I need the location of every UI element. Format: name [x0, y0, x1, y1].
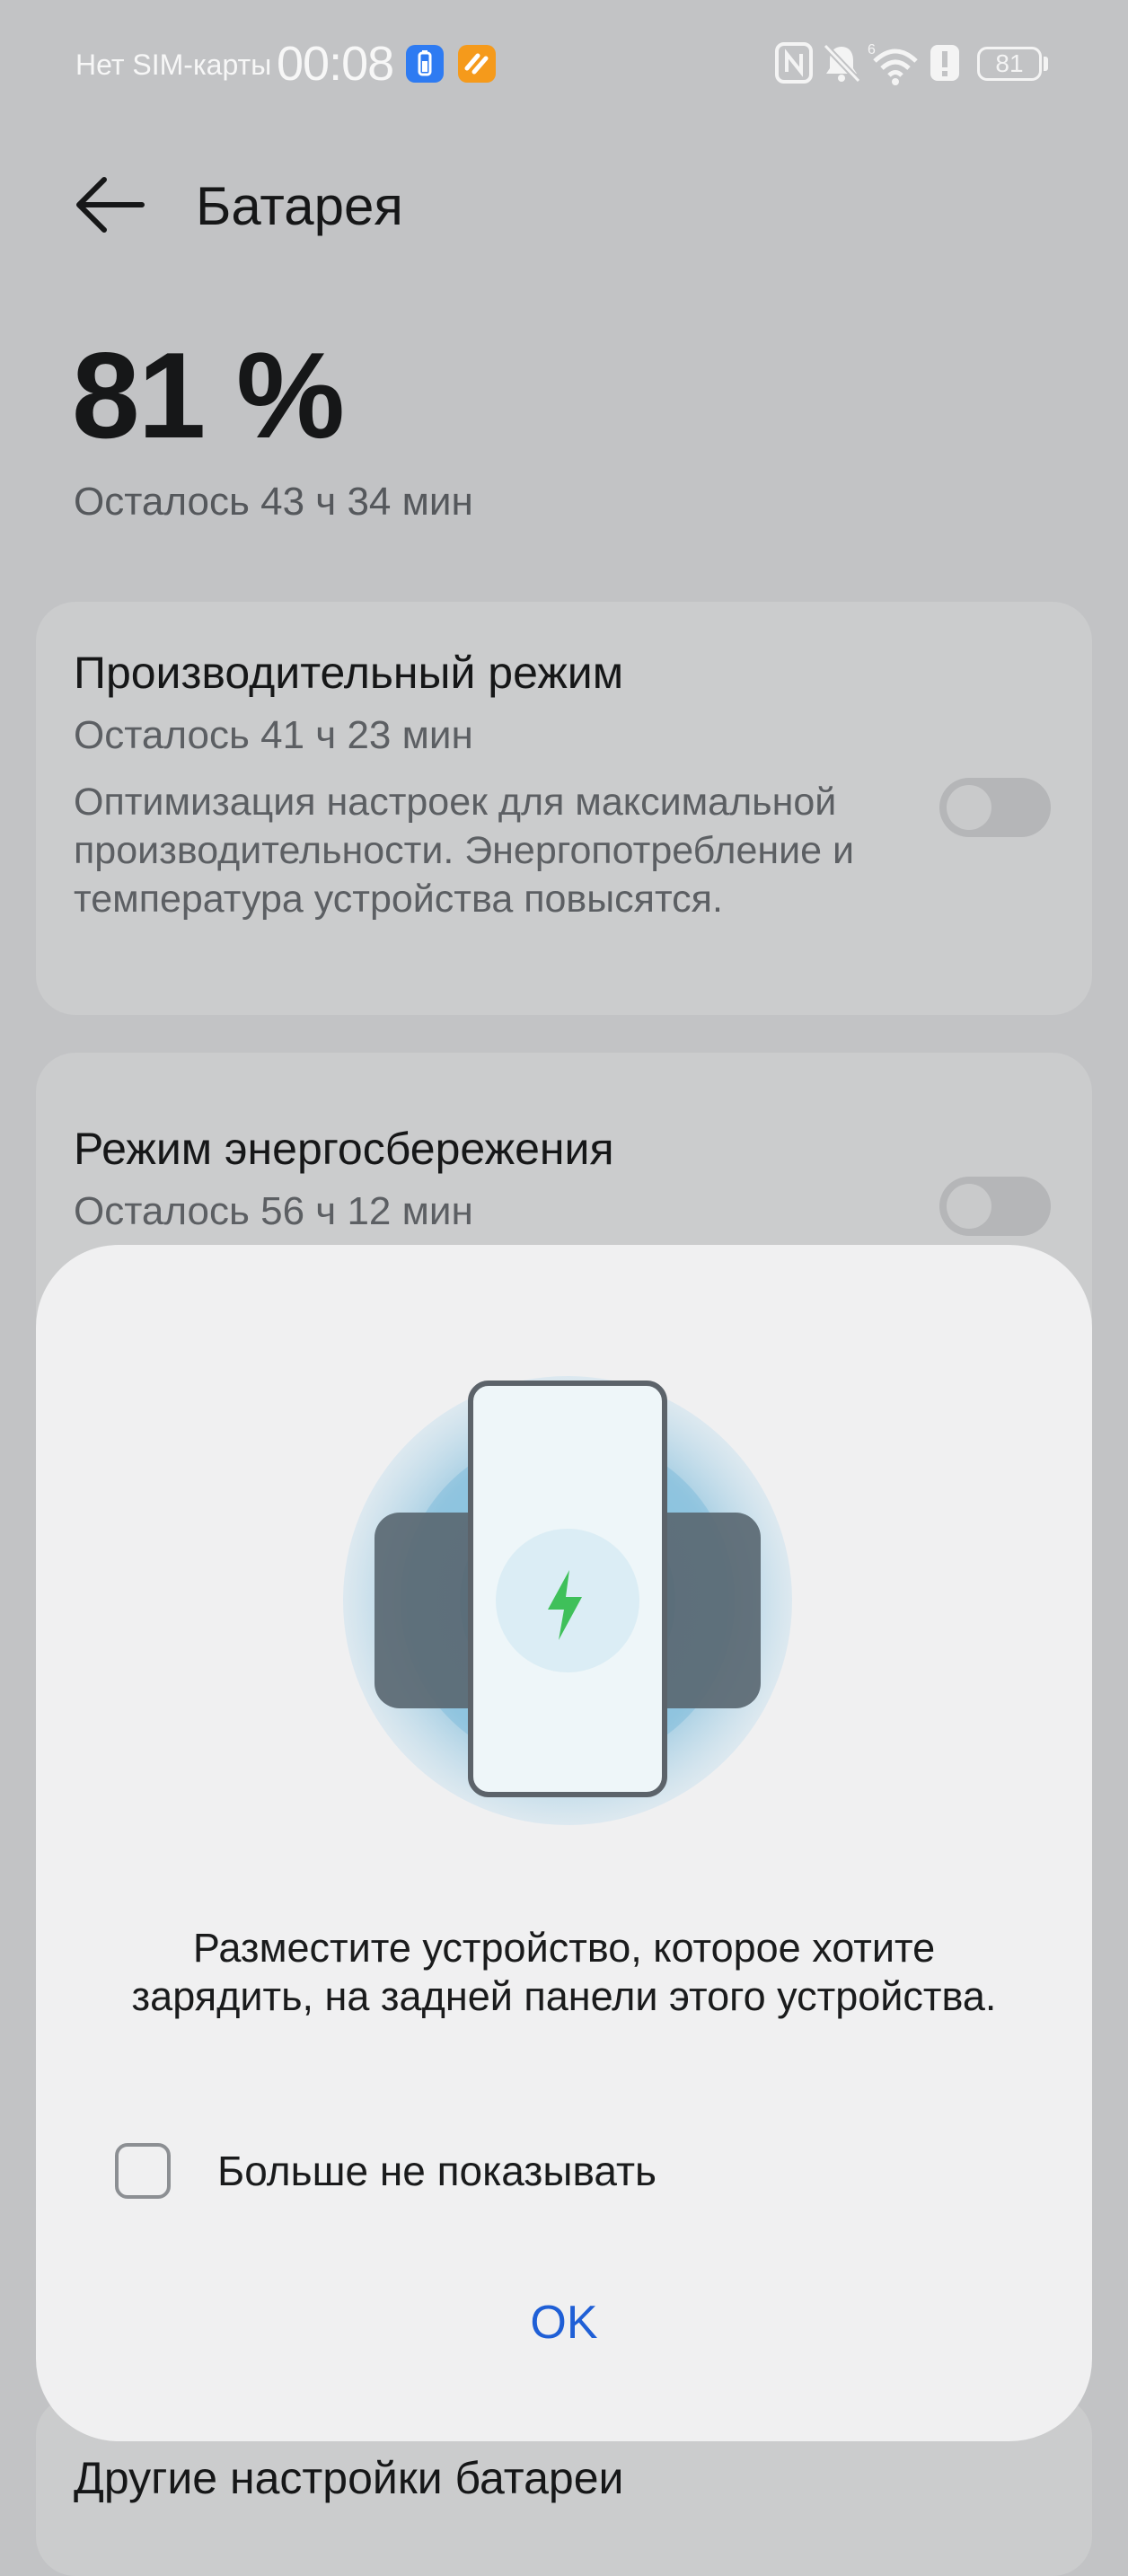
dialog-message: Разместите устройство, которое хотите за… — [131, 1925, 997, 2019]
performance-mode-description: Оптимизация настроек для максимальной пр… — [74, 781, 855, 921]
other-settings-label[interactable]: Другие настройки батареи — [74, 2452, 623, 2504]
performance-mode-title: Производительный режим — [74, 648, 624, 698]
battery-percent: 81 % — [72, 327, 345, 463]
dont-show-again-label[interactable]: Больше не показывать — [217, 2147, 657, 2195]
power-saving-mode-remaining: Осталось 56 ч 12 мин — [74, 1189, 473, 1233]
app-notification-icon — [458, 45, 496, 83]
sim-status: Нет SIM-карты — [75, 49, 272, 81]
battery-tip — [1044, 57, 1048, 71]
ok-button[interactable]: OK — [429, 2278, 699, 2368]
back-button[interactable] — [66, 162, 153, 248]
arrow-left-icon — [76, 177, 145, 233]
alert-icon — [930, 45, 959, 81]
svg-text:6: 6 — [868, 42, 876, 57]
wireless-charging-dialog: Разместите устройство, которое хотите за… — [36, 1245, 1092, 2441]
battery-remaining-time: Осталось 43 ч 34 мин — [74, 480, 473, 524]
power-saving-mode-toggle[interactable] — [939, 1177, 1051, 1236]
status-bar: Нет SIM-карты 00:08 6 81 — [0, 0, 1128, 135]
bell-muted-icon — [823, 43, 861, 84]
performance-mode-toggle[interactable] — [939, 778, 1051, 837]
battery-app-icon — [406, 45, 444, 83]
wifi-icon: 6 — [868, 42, 918, 85]
battery-icon: 81 — [977, 47, 1042, 81]
dont-show-again-checkbox[interactable] — [115, 2143, 171, 2199]
performance-mode-remaining: Осталось 41 ч 23 мин — [74, 713, 473, 757]
performance-mode-card[interactable]: Производительный режим Осталось 41 ч 23 … — [36, 602, 1092, 1015]
power-saving-mode-title: Режим энергосбережения — [74, 1124, 614, 1174]
page-title: Батарея — [196, 176, 403, 236]
clock: 00:08 — [277, 37, 394, 91]
nfc-icon — [775, 42, 813, 84]
reverse-wireless-charging-illustration — [343, 1376, 792, 1825]
battery-level: 81 — [995, 49, 1024, 77]
